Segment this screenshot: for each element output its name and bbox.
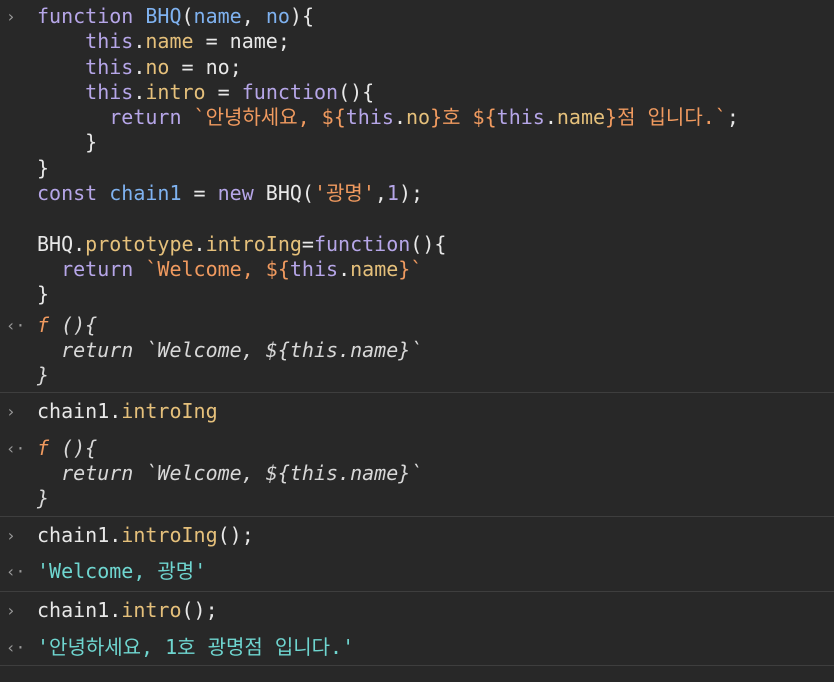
code-line: BHQ.prototype.introIng=function(){ [37, 231, 447, 256]
output-line: f (){ [37, 435, 98, 460]
code-line: chain1.intro(); [37, 598, 218, 623]
console-output-entry[interactable]: ‹· f (){ return `Welcome, ${this.name}` … [0, 425, 834, 512]
output-return-icon: ‹· [6, 637, 26, 657]
console-input-entry[interactable]: › function BHQ(name, no){ this.name = na… [0, 0, 834, 308]
code-line: function BHQ(name, no){ [37, 4, 314, 28]
code-line: } [37, 130, 98, 155]
console-output-entry[interactable]: ‹· f (){ return `Welcome, ${this.name}` … [0, 308, 834, 389]
input-prompt-icon: › [6, 402, 16, 422]
code-line: return `Welcome, ${this.name}` [61, 256, 423, 281]
output-line: return `Welcome, ${this.name}` [37, 337, 423, 362]
output-return-icon: ‹· [6, 438, 26, 458]
code-line: chain1.introIng [37, 399, 218, 424]
input-prompt-icon: › [6, 7, 16, 26]
console-input-entry[interactable]: › chain1.introIng(); [0, 517, 834, 548]
code-line: chain1.introIng(); [37, 522, 254, 547]
output-line: } [37, 486, 50, 511]
output-line: return `Welcome, ${this.name}` [37, 461, 423, 486]
output-string-value: 'Welcome, 광명' [37, 558, 207, 583]
console-input-entry[interactable]: › chain1.intro(); [0, 592, 834, 623]
code-line: } [37, 282, 50, 307]
input-prompt-icon: › [6, 525, 16, 545]
code-line: const chain1 = new BHQ('광명',1); [37, 181, 424, 206]
output-return-icon: ‹· [6, 315, 26, 335]
console-input-entry[interactable]: › chain1.introIng [0, 393, 834, 424]
console-output-entry[interactable]: ‹· 'Welcome, 광명' [0, 548, 834, 584]
devtools-console: › function BHQ(name, no){ this.name = na… [0, 0, 834, 682]
output-line: } [37, 363, 50, 388]
input-prompt-icon: › [6, 601, 16, 621]
output-return-icon: ‹· [6, 561, 26, 581]
code-line: this.no = no; [85, 54, 242, 79]
output-string-value: '안녕하세요, 1호 광명점 입니다.' [37, 634, 355, 659]
output-line: f (){ [37, 312, 98, 337]
code-line: this.intro = function(){ [85, 79, 375, 104]
code-line: return `안녕하세요, ${this.no}호 ${this.name}점… [109, 105, 739, 130]
entry-divider [0, 664, 834, 666]
code-line: this.name = name; [85, 29, 290, 54]
code-line: } [37, 155, 50, 180]
console-output-entry[interactable]: ‹· '안녕하세요, 1호 광명점 입니다.' [0, 624, 834, 660]
